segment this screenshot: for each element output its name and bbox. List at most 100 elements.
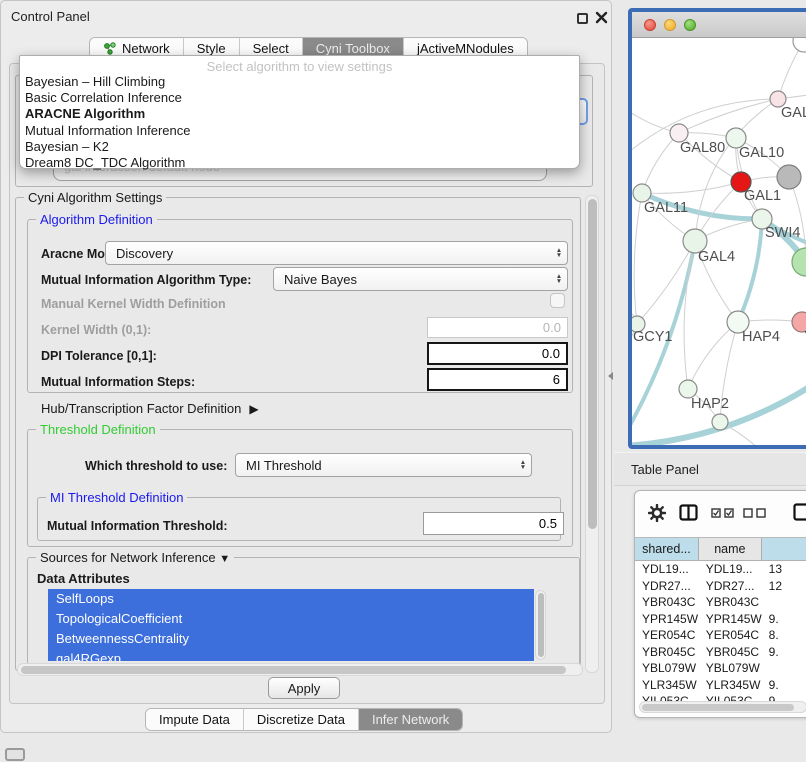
data-attribute-item[interactable]: gal4RGexp [48, 649, 534, 661]
close-traffic-light-icon[interactable] [644, 19, 656, 31]
network-window-titlebar [632, 12, 806, 38]
mi-threshold-label: Mutual Information Threshold: [47, 519, 228, 533]
mi-type-label: Mutual Information Algorithm Type: [41, 273, 251, 287]
network-edge[interactable] [642, 182, 741, 193]
tab-label: Style [197, 41, 226, 56]
zoom-traffic-light-icon[interactable] [684, 19, 696, 31]
kernel-width-field[interactable]: 0.0 [427, 317, 568, 338]
table-row[interactable]: YBR043CYBR043C [635, 594, 806, 611]
float-window-icon[interactable] [577, 13, 588, 24]
table-row[interactable]: YDR27...YDR27...12 [635, 578, 806, 595]
gear-icon[interactable] [648, 504, 666, 522]
table-cell: YDR27... [635, 579, 699, 593]
tab-label: Network [122, 41, 170, 56]
tab-discretize-data[interactable]: Discretize Data [244, 709, 359, 730]
network-canvas[interactable]: GALGAL80GAL10GAL1GAL11SWI4GAL4GCY1HAP4YH… [632, 38, 806, 445]
close-icon[interactable] [595, 11, 608, 24]
attributes-scrollbar[interactable] [535, 590, 546, 660]
algorithm-option[interactable]: Bayesian – K2 [20, 139, 579, 155]
algorithm-option[interactable]: ARACNE Algorithm [20, 106, 579, 122]
table-cell: YDL19... [699, 562, 762, 576]
sources-group-title: Sources for Network Inference ▼ [36, 550, 234, 567]
stepper-icon: ▲▼ [551, 248, 567, 258]
table-hscrollbar[interactable] [639, 701, 806, 713]
network-node-label: GAL80 [680, 140, 725, 156]
settings-group-title: Cyni Algorithm Settings [24, 190, 166, 205]
split-columns-icon[interactable] [679, 504, 698, 521]
network-node[interactable] [777, 165, 801, 189]
table-row[interactable]: YDL19...YDL19...13 [635, 561, 806, 578]
network-edge-highlighted[interactable] [738, 219, 762, 322]
panel-resize-handle[interactable] [608, 372, 613, 380]
stepper-icon: ▲▼ [515, 460, 531, 470]
hub-definition-label: Hub/Transcription Factor Definition [41, 401, 241, 416]
network-node-label: GCY1 [633, 329, 673, 345]
algorithm-placeholder: Select algorithm to view settings [20, 56, 579, 74]
which-threshold-combobox[interactable]: MI Threshold ▲▼ [235, 453, 532, 477]
mi-threshold-field[interactable]: 0.5 [423, 512, 564, 535]
network-node[interactable] [712, 414, 728, 430]
table-cell: 9. [762, 678, 806, 692]
settings-scrollbar[interactable] [585, 195, 599, 673]
hub-definition-toggle[interactable]: Hub/Transcription Factor Definition ▶ [41, 401, 259, 416]
collapsed-panel-icon[interactable] [5, 748, 25, 761]
data-attribute-item[interactable]: BetweennessCentrality [48, 629, 534, 649]
network-node-label: HAP4 [742, 329, 780, 345]
column-header[interactable]: name [699, 538, 762, 560]
column-header[interactable] [762, 538, 806, 560]
algorithm-option[interactable]: Dream8 DC_TDC Algorithm [20, 155, 579, 171]
network-edge[interactable] [688, 322, 738, 389]
settings-hscrollbar[interactable] [17, 663, 583, 676]
table-rows: YDL19...YDL19...13YDR27...YDR27...12YBR0… [635, 561, 806, 710]
control-panel-title: Control Panel [11, 9, 90, 24]
data-attribute-item[interactable]: TopologicalCoefficient [48, 609, 534, 629]
tab-impute-data[interactable]: Impute Data [146, 709, 244, 730]
algorithm-option[interactable]: Basic Correlation Inference [20, 90, 579, 106]
table-cell: YBR045C [699, 645, 762, 659]
tab-label: Impute Data [159, 712, 230, 727]
table-cell: 8. [762, 628, 806, 642]
table-row[interactable]: YBR045CYBR045C9. [635, 644, 806, 661]
checked-pair-icon[interactable] [711, 508, 735, 518]
network-node-label: GAL [781, 105, 806, 121]
collapsed-arrow-icon: ▶ [249, 402, 258, 416]
table-toolbar [635, 491, 806, 537]
table-cell: YBL079W [635, 661, 699, 675]
table-cell: YPR145W [635, 612, 699, 626]
table-hscrollbar-thumb[interactable] [642, 704, 794, 711]
dpi-tolerance-field[interactable]: 0.0 [427, 342, 568, 365]
tab-infer-network[interactable]: Infer Network [359, 709, 462, 730]
unchecked-pair-icon[interactable] [743, 508, 767, 518]
column-header[interactable]: shared... [635, 538, 699, 560]
table-row[interactable]: YER054CYER054C8. [635, 627, 806, 644]
network-edge[interactable] [634, 193, 642, 324]
attributes-scrollbar-thumb[interactable] [538, 593, 544, 657]
table-row[interactable]: YPR145WYPR145W9. [635, 611, 806, 628]
network-node-label: GAL10 [739, 145, 784, 161]
table-row[interactable]: YBL079WYBL079W [635, 660, 806, 677]
manual-kernel-checkbox[interactable] [550, 293, 565, 308]
kernel-width-label: Kernel Width (0,1): [41, 323, 151, 337]
minimize-traffic-light-icon[interactable] [664, 19, 676, 31]
mi-type-value: Naive Bayes [274, 272, 551, 287]
algorithm-option[interactable]: Mutual Information Inference [20, 123, 579, 139]
table-window: shared...name YDL19...YDL19...13YDR27...… [634, 490, 806, 718]
algorithm-option[interactable]: Bayesian – Hill Climbing [20, 74, 579, 90]
settings-scrollbar-thumb[interactable] [588, 199, 597, 529]
mi-steps-field[interactable]: 6 [427, 368, 568, 391]
table-row[interactable]: YLR345WYLR345W9. [635, 677, 806, 694]
network-node[interactable] [792, 248, 806, 276]
which-threshold-value: MI Threshold [236, 458, 515, 473]
apply-button[interactable]: Apply [268, 677, 340, 699]
aracne-mode-combobox[interactable]: Discovery ▲▼ [105, 241, 568, 265]
partial-table-icon[interactable] [793, 503, 806, 521]
network-node-label: HAP2 [691, 396, 729, 412]
settings-hscrollbar-thumb[interactable] [21, 666, 566, 674]
network-node[interactable] [793, 38, 806, 52]
expanded-arrow-icon: ▼ [219, 553, 230, 565]
data-attributes-list: SelfLoopsTopologicalCoefficientBetweenne… [48, 589, 534, 661]
table-panel-title: Table Panel [631, 462, 699, 477]
data-attribute-item[interactable]: SelfLoops [48, 589, 534, 609]
mi-type-combobox[interactable]: Naive Bayes ▲▼ [273, 267, 568, 291]
network-edge[interactable] [642, 133, 679, 193]
